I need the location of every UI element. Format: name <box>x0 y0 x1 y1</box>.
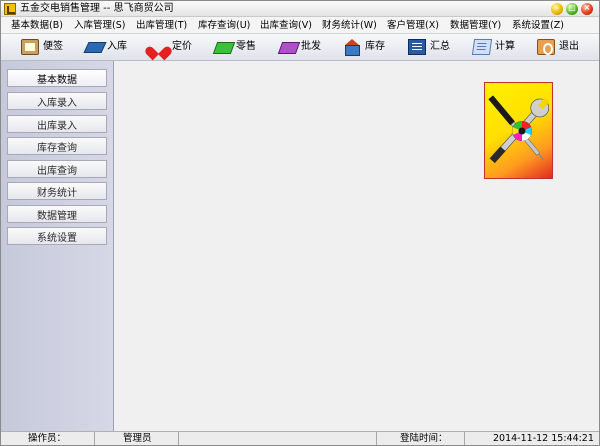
inventory-icon <box>343 39 361 56</box>
menu-settings[interactable]: 系统设置(Z) <box>512 19 564 32</box>
wholesale-icon <box>279 39 297 55</box>
maximize-button[interactable]: □ <box>566 3 578 15</box>
toolbar-wholesale-button[interactable]: 批发 <box>279 37 321 57</box>
sidebar-item-finance[interactable]: 财务统计 <box>7 182 107 200</box>
sidebar-item-data-management[interactable]: 数据管理 <box>7 205 107 223</box>
menu-inbound[interactable]: 入库管理(S) <box>74 19 125 32</box>
toolbar-retail-label: 零售 <box>236 41 256 52</box>
exit-icon <box>537 39 555 55</box>
menu-stock-query[interactable]: 库存查询(U) <box>198 19 250 32</box>
toolbar-pricing-label: 定价 <box>172 41 192 52</box>
pricing-icon <box>150 39 168 55</box>
toolbar-note-button[interactable]: 便签 <box>21 37 63 57</box>
sidebar-item-basic-data[interactable]: 基本数据 <box>7 69 107 87</box>
login-time-label: 登陆时间： <box>377 432 465 445</box>
menu-outbound[interactable]: 出库管理(T) <box>136 19 187 32</box>
summary-icon <box>408 39 426 55</box>
sidebar-item-settings[interactable]: 系统设置 <box>7 227 107 245</box>
toolbar-inbound-button[interactable]: 入库 <box>85 37 127 57</box>
tools-logo-graphic <box>488 95 550 164</box>
sidebar: 基本数据 入库录入 出库录入 库存查询 出库查询 财务统计 数据管理 系统设置 <box>1 61 114 431</box>
operator-value: 管理员 <box>95 432 179 445</box>
toolbar-retail-button[interactable]: 零售 <box>214 37 256 57</box>
title-bar[interactable]: 五金交电销售管理 -- 思飞商贸公司 – □ × <box>1 1 599 17</box>
menu-finance[interactable]: 财务统计(W) <box>322 19 377 32</box>
toolbar-summary-button[interactable]: 汇总 <box>408 37 450 57</box>
sidebar-item-outbound-query[interactable]: 出库查询 <box>7 160 107 178</box>
operator-label: 操作员： <box>1 432 95 445</box>
toolbar-pricing-button[interactable]: 定价 <box>150 37 192 57</box>
minimize-icon: – <box>555 3 559 12</box>
toolbar-note-label: 便签 <box>43 41 63 52</box>
calculator-icon <box>471 39 493 55</box>
toolbar-wholesale-label: 批发 <box>301 41 321 52</box>
status-spacer <box>179 432 377 445</box>
status-bar: 操作员： 管理员 登陆时间： 2014-11-12 15:44:21 <box>1 431 599 445</box>
toolbar: 便签 入库 定价 零售 批发 库存 汇总 计算 退出 <box>1 34 599 61</box>
tools-logo-icon <box>484 82 553 179</box>
menu-bar: 基本数据(B) 入库管理(S) 出库管理(T) 库存查询(U) 出库查询(V) … <box>1 17 599 34</box>
menu-data[interactable]: 数据管理(Y) <box>450 19 501 32</box>
app-icon <box>4 3 16 15</box>
sidebar-item-stock-query[interactable]: 库存查询 <box>7 137 107 155</box>
sidebar-item-inbound-entry[interactable]: 入库录入 <box>7 92 107 110</box>
minimize-button[interactable]: – <box>551 3 563 15</box>
toolbar-exit-button[interactable]: 退出 <box>537 37 579 57</box>
menu-basic-data[interactable]: 基本数据(B) <box>11 19 63 32</box>
retail-icon <box>214 39 232 55</box>
login-time-value: 2014-11-12 15:44:21 <box>493 433 594 444</box>
toolbar-summary-label: 汇总 <box>430 41 450 52</box>
close-button[interactable]: × <box>581 3 593 15</box>
menu-outbound-query[interactable]: 出库查询(V) <box>260 19 312 32</box>
app-window: 五金交电销售管理 -- 思飞商贸公司 – □ × 基本数据(B) 入库管理(S)… <box>0 0 600 446</box>
toolbar-inbound-label: 入库 <box>107 41 127 52</box>
toolbar-inventory-button[interactable]: 库存 <box>343 37 385 57</box>
sidebar-item-outbound-entry[interactable]: 出库录入 <box>7 115 107 133</box>
menu-customer[interactable]: 客户管理(X) <box>387 19 439 32</box>
main-area <box>115 61 599 431</box>
close-icon: × <box>583 3 591 12</box>
note-icon <box>21 39 39 55</box>
toolbar-calculator-label: 计算 <box>495 41 515 52</box>
toolbar-exit-label: 退出 <box>559 41 579 52</box>
toolbar-inventory-label: 库存 <box>365 41 385 52</box>
maximize-icon: □ <box>568 3 576 12</box>
inbound-icon <box>85 39 103 55</box>
toolbar-calculator-button[interactable]: 计算 <box>471 37 515 57</box>
window-title: 五金交电销售管理 -- 思飞商贸公司 <box>20 3 174 14</box>
